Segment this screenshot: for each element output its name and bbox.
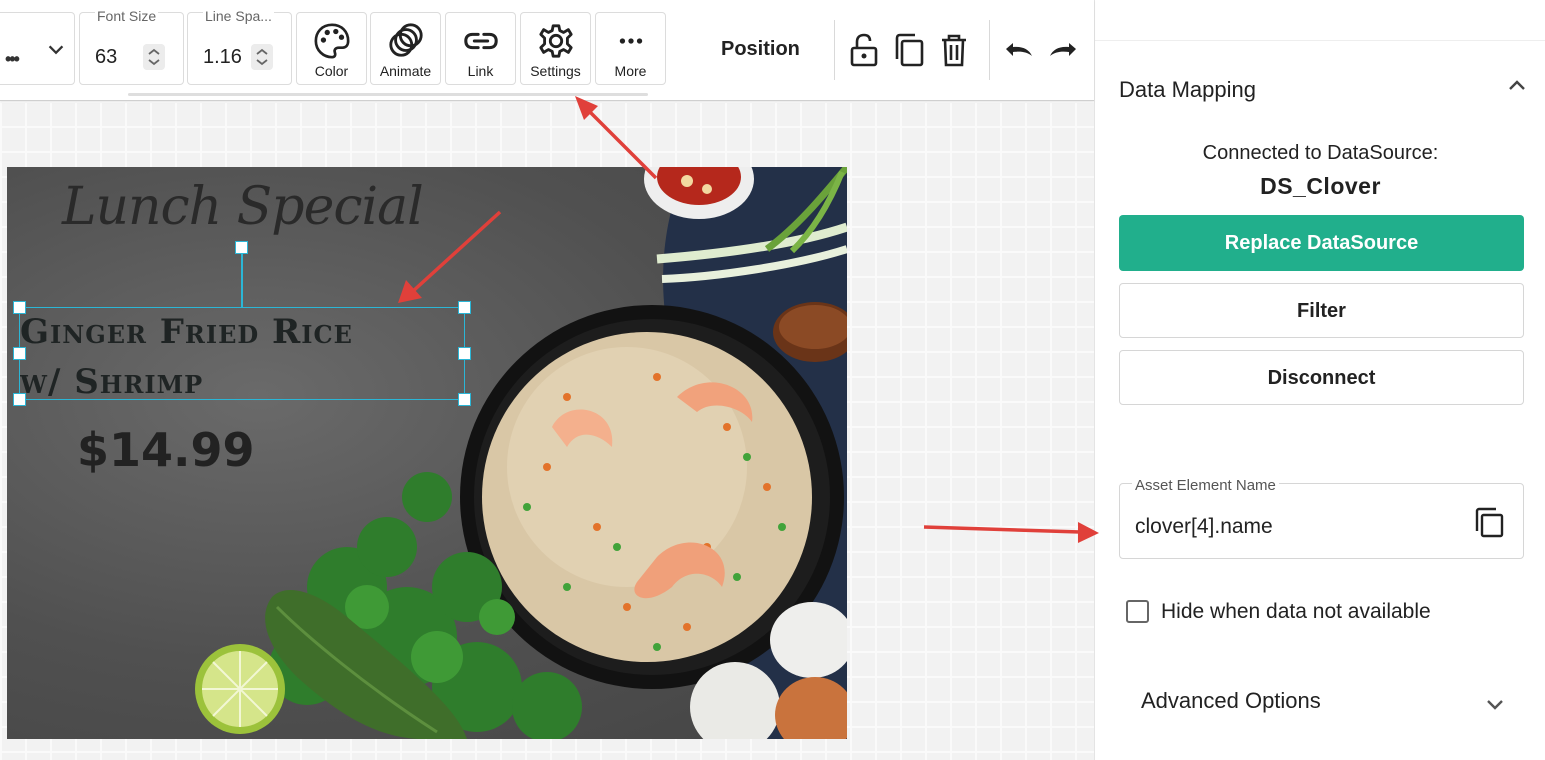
advanced-options-toggle[interactable]: Advanced Options (1141, 688, 1321, 714)
position-button[interactable]: Position (721, 38, 800, 61)
resize-handle-w[interactable] (13, 347, 26, 360)
palette-icon (314, 23, 349, 59)
asset-element-name-field[interactable]: Asset Element Name clover[4].name (1119, 477, 1524, 559)
asset-element-name-label: Asset Element Name (1132, 477, 1279, 494)
font-size-label: Font Size (95, 8, 159, 24)
line-spacing-label: Line Spa... (203, 8, 274, 24)
resize-handle-nw[interactable] (13, 301, 26, 314)
stepper-icon[interactable] (251, 44, 273, 70)
asset-element-name-value[interactable]: clover[4].name (1135, 515, 1455, 539)
replace-datasource-button[interactable]: Replace DataSource (1119, 215, 1524, 271)
link-label: Link (467, 63, 494, 79)
settings-button[interactable]: Settings (520, 12, 591, 85)
properties-panel: Data Mapping Connected to DataSource: DS… (1094, 0, 1545, 760)
resize-handle-e[interactable] (458, 347, 471, 360)
hide-when-unavailable-checkbox[interactable] (1126, 600, 1149, 623)
price-text[interactable]: $14.99 (77, 423, 255, 477)
gear-icon (538, 24, 573, 58)
toolbar-divider (989, 20, 990, 80)
lunch-special-heading[interactable]: Lunch Special (62, 177, 424, 237)
color-button[interactable]: Color (296, 12, 367, 85)
animate-label: Animate (379, 63, 432, 79)
ellipsis-icon: ••• (5, 49, 20, 69)
disconnect-button[interactable]: Disconnect (1119, 350, 1524, 405)
redo-icon[interactable] (1048, 32, 1080, 68)
panel-divider (1095, 40, 1545, 41)
stepper-icon[interactable] (143, 44, 165, 70)
more-dots-icon (619, 38, 642, 44)
chevron-down-icon[interactable] (1483, 692, 1507, 716)
rotation-line (241, 253, 243, 307)
unlock-icon[interactable] (848, 32, 880, 68)
link-button[interactable]: Link (445, 12, 516, 85)
data-mapping-title: Data Mapping (1119, 77, 1256, 102)
datasource-name: DS_Clover (1260, 173, 1381, 199)
toolbar-scrollbar[interactable] (128, 93, 648, 96)
copy-icon[interactable] (1473, 506, 1507, 540)
toolbar-divider (834, 20, 835, 80)
animate-rings-icon (388, 23, 423, 57)
chevron-up-icon[interactable] (1505, 74, 1529, 98)
trash-icon[interactable] (938, 32, 970, 68)
more-label: More (614, 63, 647, 79)
link-icon (463, 32, 498, 50)
font-family-dropdown[interactable]: ••• (0, 12, 75, 85)
rotate-handle[interactable] (235, 241, 248, 254)
undo-icon[interactable] (1002, 32, 1034, 68)
hide-when-unavailable-label[interactable]: Hide when data not available (1161, 600, 1431, 624)
settings-label: Settings (530, 63, 581, 79)
font-size-input[interactable]: Font Size 63 (79, 8, 184, 85)
selection-box[interactable] (19, 307, 465, 400)
line-spacing-value[interactable]: 1.16 (203, 46, 242, 69)
animate-button[interactable]: Animate (370, 12, 441, 85)
font-size-value[interactable]: 63 (95, 46, 117, 69)
design-canvas[interactable]: Lunch Special Ginger Fried Rice w/ Shrim… (0, 101, 1094, 760)
resize-handle-ne[interactable] (458, 301, 471, 314)
resize-handle-sw[interactable] (13, 393, 26, 406)
connected-label: Connected to DataSource: (1202, 142, 1439, 164)
editor-toolbar: ••• Font Size 63 Line Spa... 1.16 Color … (0, 0, 1094, 101)
resize-handle-se[interactable] (458, 393, 471, 406)
color-label: Color (314, 63, 349, 79)
line-spacing-input[interactable]: Line Spa... 1.16 (187, 8, 292, 85)
artboard[interactable]: Lunch Special Ginger Fried Rice w/ Shrim… (7, 167, 847, 739)
duplicate-icon[interactable] (893, 32, 925, 68)
filter-button[interactable]: Filter (1119, 283, 1524, 338)
more-button[interactable]: More (595, 12, 666, 85)
gear-icon (1131, 0, 1171, 8)
chevron-down-icon (48, 45, 64, 55)
